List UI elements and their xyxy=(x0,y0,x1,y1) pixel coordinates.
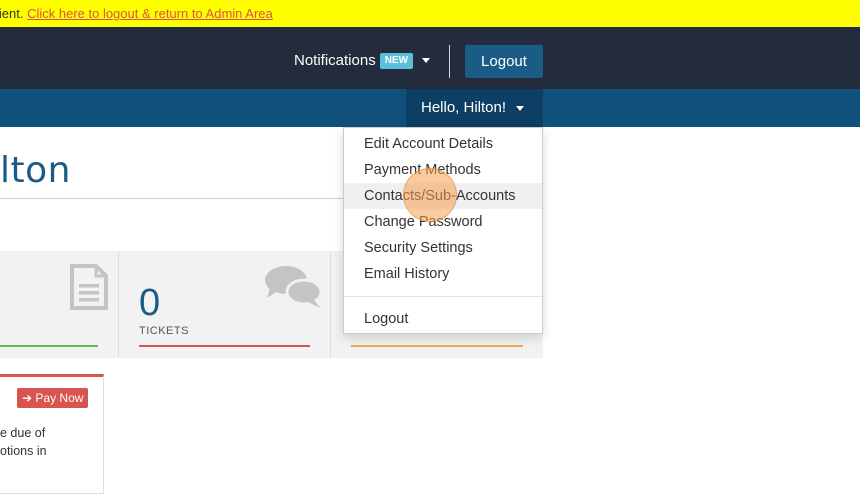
menu-divider xyxy=(344,296,542,297)
menu-item-logout[interactable]: Logout xyxy=(344,306,542,332)
notifications-label: Notifications xyxy=(294,52,376,69)
tile-underline-green xyxy=(0,345,98,347)
tile-underline-orange xyxy=(351,345,523,347)
logout-button[interactable]: Logout xyxy=(465,45,543,78)
notifications-new-badge: NEW xyxy=(379,52,414,69)
return-to-admin-link[interactable]: Click here to logout & return to Admin A… xyxy=(27,6,273,21)
invoice-due-line: otions in xyxy=(0,444,47,458)
pay-now-label: Pay Now xyxy=(35,391,84,405)
main-navbar: Hello, Hilton! xyxy=(0,89,860,127)
menu-item-edit-account-details[interactable]: Edit Account Details xyxy=(344,131,542,157)
arrow-right-icon: ➔ xyxy=(22,391,33,405)
invoice-due-line: e due of xyxy=(0,426,46,440)
header-divider xyxy=(449,45,450,78)
tickets-count: 0 xyxy=(139,282,161,324)
tile-separator xyxy=(330,251,331,358)
account-menu-toggle[interactable]: Hello, Hilton! xyxy=(406,89,543,127)
caret-down-icon xyxy=(422,58,431,63)
account-greeting: Hello, Hilton! xyxy=(421,99,507,116)
document-icon xyxy=(70,264,108,310)
menu-item-security-settings[interactable]: Security Settings xyxy=(344,235,542,261)
admin-banner: lient. Click here to logout & return to … xyxy=(0,0,860,27)
invoice-due-text: e due of otions in xyxy=(0,424,47,460)
tile-underline-red xyxy=(139,345,310,347)
account-dropdown-menu: Edit Account Details Payment Methods Con… xyxy=(343,127,543,334)
tickets-label: TICKETS xyxy=(139,325,189,337)
comments-icon xyxy=(265,266,322,308)
title-divider xyxy=(0,198,345,199)
click-indicator xyxy=(403,168,457,222)
notifications-dropdown[interactable]: Notifications NEW xyxy=(294,52,431,69)
pay-now-button[interactable]: ➔ Pay Now xyxy=(17,388,89,408)
tile-separator xyxy=(118,251,119,358)
caret-down-icon xyxy=(516,105,525,111)
menu-item-email-history[interactable]: Email History xyxy=(344,261,542,287)
page-title: lton xyxy=(0,150,71,191)
top-header: Notifications NEW Logout xyxy=(0,27,860,89)
admin-banner-text: lient. xyxy=(0,6,24,21)
